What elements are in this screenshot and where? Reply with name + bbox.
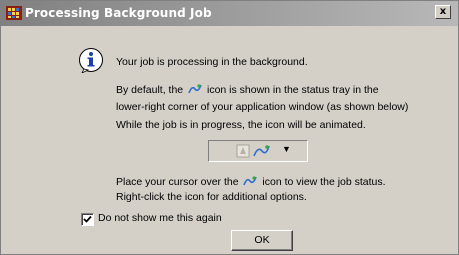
message-line-5-suffix: icon to view the job status. (262, 176, 386, 188)
dont-show-again-label[interactable]: Do not show me this again (98, 212, 222, 224)
info-icon (79, 48, 103, 73)
dialog-window: Processing Background Job x Your job is … (0, 0, 459, 255)
message-line-5-prefix: Place your cursor over the (116, 176, 239, 188)
window-title: Processing Background Job (25, 6, 212, 20)
ok-button[interactable]: OK (231, 230, 293, 251)
dont-show-again-checkbox[interactable] (81, 213, 94, 226)
job-status-icon (243, 176, 258, 186)
close-button[interactable]: x (435, 5, 451, 19)
status-tray-example: ▼ (208, 140, 308, 162)
message-line-5: Place your cursor over the icon to view … (116, 175, 386, 188)
message-line-2-suffix: icon is shown in the status tray in the (206, 84, 379, 96)
message-line-3: lower-right corner of your application w… (116, 101, 409, 113)
message-line-6: Right-click the icon for additional opti… (116, 191, 307, 203)
title-bar[interactable]: Processing Background Job x (1, 1, 458, 26)
chevron-down-icon: ▼ (282, 144, 291, 154)
message-line-2-prefix: By default, the (116, 84, 184, 96)
tray-icons (236, 144, 270, 158)
job-status-icon (188, 84, 202, 94)
message-line-4: While the job is in progress, the icon w… (116, 119, 366, 131)
app-icon (6, 6, 22, 20)
message-line-1: Your job is processing in the background… (116, 56, 308, 68)
checkmark-icon (83, 215, 92, 223)
message-line-2: By default, the icon is shown in the sta… (116, 83, 379, 96)
